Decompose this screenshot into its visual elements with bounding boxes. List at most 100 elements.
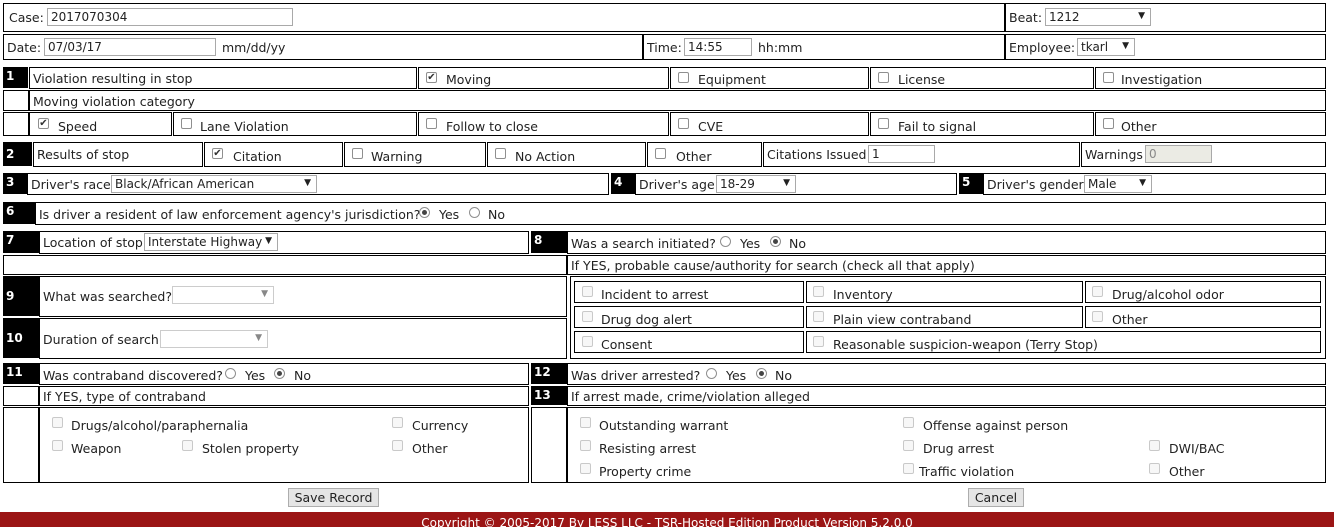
lane-violation-checkbox[interactable] xyxy=(181,118,192,129)
result-other-checkbox[interactable] xyxy=(655,148,666,159)
resisting-arrest-label: Resisting arrest xyxy=(599,441,697,456)
offense-against-person-checkbox[interactable] xyxy=(903,417,914,428)
violation-option-license[interactable]: License xyxy=(870,67,1094,89)
citation-checkbox[interactable]: ✔ xyxy=(212,148,223,159)
violation-label: Violation resulting in stop xyxy=(33,71,193,86)
cause-drug-alcohol-odor[interactable]: Drug/alcohol odor xyxy=(1085,281,1321,303)
resident-yes-radio[interactable] xyxy=(419,207,430,218)
outstanding-warrant-checkbox[interactable] xyxy=(580,417,591,428)
section-number-10: 10 xyxy=(3,318,39,358)
currency-checkbox[interactable] xyxy=(392,417,403,428)
search-yes-radio[interactable] xyxy=(720,236,731,247)
crime-types-cell: Outstanding warrant Offense against pers… xyxy=(567,407,1326,483)
save-record-button[interactable]: Save Record xyxy=(288,488,379,507)
consent-checkbox[interactable] xyxy=(582,336,593,347)
result-warning[interactable]: Warning xyxy=(344,142,486,167)
age-select[interactable]: 18-29 ▼ xyxy=(716,175,796,193)
cve-label: CVE xyxy=(698,119,724,134)
dwi-bac-checkbox[interactable] xyxy=(1149,440,1160,451)
weapon-label: Weapon xyxy=(71,441,122,456)
contraband-no-radio[interactable] xyxy=(274,368,285,379)
contraband-type-label-cell: If YES, type of contraband xyxy=(39,386,529,406)
dwi-bac-label: DWI/BAC xyxy=(1169,441,1225,456)
inventory-checkbox[interactable] xyxy=(813,286,824,297)
category-lane-violation[interactable]: Lane Violation xyxy=(173,112,417,136)
violation-label-cell: Violation resulting in stop xyxy=(29,67,417,89)
duration-select[interactable]: ▼ xyxy=(160,330,268,348)
category-label-cell: Moving violation category xyxy=(29,90,1326,111)
gender-label: Driver's gender xyxy=(987,177,1084,192)
no-action-checkbox[interactable] xyxy=(495,148,506,159)
arrested-yes-radio[interactable] xyxy=(706,368,717,379)
speed-checkbox[interactable]: ✔ xyxy=(38,118,49,129)
weapon-checkbox[interactable] xyxy=(52,440,63,451)
violation-option-investigation[interactable]: Investigation xyxy=(1095,67,1326,89)
cause-incident-to-arrest[interactable]: Incident to arrest xyxy=(574,281,804,303)
time-input[interactable]: 14:55 xyxy=(684,38,752,56)
follow-to-close-checkbox[interactable] xyxy=(426,118,437,129)
category-other-checkbox[interactable] xyxy=(1103,118,1114,129)
incident-to-arrest-checkbox[interactable] xyxy=(582,286,593,297)
race-select[interactable]: Black/African American ▼ xyxy=(111,175,317,193)
cancel-button[interactable]: Cancel xyxy=(968,488,1024,507)
drug-arrest-checkbox[interactable] xyxy=(903,440,914,451)
chevron-down-icon: ▼ xyxy=(261,289,268,299)
fail-to-signal-checkbox[interactable] xyxy=(878,118,889,129)
violation-option-moving[interactable]: ✔ Moving xyxy=(418,67,669,89)
violation-option-equipment[interactable]: Equipment xyxy=(670,67,869,89)
reasonable-suspicion-checkbox[interactable] xyxy=(813,336,824,347)
drugs-checkbox[interactable] xyxy=(52,417,63,428)
license-checkbox[interactable] xyxy=(878,72,889,83)
result-other[interactable]: Other xyxy=(647,142,762,167)
category-cve[interactable]: CVE xyxy=(670,112,869,136)
result-no-action[interactable]: No Action xyxy=(487,142,646,167)
probable-cause-grid: Incident to arrest Inventory Drug/alcoho… xyxy=(570,276,1326,359)
resisting-arrest-checkbox[interactable] xyxy=(580,440,591,451)
category-speed[interactable]: ✔ Speed xyxy=(29,112,172,136)
date-input[interactable]: 07/03/17 xyxy=(44,38,216,56)
cause-other-checkbox[interactable] xyxy=(1092,311,1103,322)
citations-issued-input[interactable]: 1 xyxy=(868,145,935,163)
search-no-radio[interactable] xyxy=(770,236,781,247)
gender-select[interactable]: Male ▼ xyxy=(1084,175,1152,193)
equipment-checkbox[interactable] xyxy=(678,72,689,83)
stolen-property-checkbox[interactable] xyxy=(182,440,193,451)
cause-other[interactable]: Other xyxy=(1085,306,1321,328)
cause-reasonable-suspicion[interactable]: Reasonable suspicion-weapon (Terry Stop) xyxy=(806,331,1321,353)
moving-checkbox[interactable]: ✔ xyxy=(426,72,437,83)
contraband-yes-radio[interactable] xyxy=(225,368,236,379)
crime-other-checkbox[interactable] xyxy=(1149,463,1160,474)
property-crime-checkbox[interactable] xyxy=(580,463,591,474)
cause-inventory[interactable]: Inventory xyxy=(806,281,1083,303)
category-follow-to-close[interactable]: Follow to close xyxy=(418,112,669,136)
category-fail-to-signal[interactable]: Fail to signal xyxy=(870,112,1094,136)
beat-select[interactable]: 1212 ▼ xyxy=(1045,8,1151,26)
traffic-violation-checkbox[interactable] xyxy=(903,463,914,474)
employee-select[interactable]: tkarl ▼ xyxy=(1077,38,1135,56)
follow-to-close-label: Follow to close xyxy=(446,119,538,134)
copyright-footer: Copyright © 2005-2017 By LESS LLC - TSR-… xyxy=(0,512,1334,527)
result-citation[interactable]: ✔ Citation xyxy=(204,142,343,167)
cve-checkbox[interactable] xyxy=(678,118,689,129)
cause-plain-view-contraband[interactable]: Plain view contraband xyxy=(806,306,1083,328)
cause-consent[interactable]: Consent xyxy=(574,331,804,353)
investigation-checkbox[interactable] xyxy=(1103,72,1114,83)
chevron-down-icon: ▼ xyxy=(255,333,262,343)
cause-drug-dog-alert[interactable]: Drug dog alert xyxy=(574,306,804,328)
warning-checkbox[interactable] xyxy=(352,148,363,159)
case-input[interactable]: 2017070304 xyxy=(47,8,293,26)
location-select[interactable]: Interstate Highway ▼ xyxy=(144,233,278,251)
plain-view-contraband-checkbox[interactable] xyxy=(813,311,824,322)
drug-alcohol-odor-label: Drug/alcohol odor xyxy=(1112,287,1224,302)
arrested-no-radio[interactable] xyxy=(756,368,767,379)
speed-label: Speed xyxy=(58,119,98,134)
drug-alcohol-odor-checkbox[interactable] xyxy=(1092,286,1103,297)
what-searched-label: What was searched? xyxy=(43,289,172,304)
resident-no-radio[interactable] xyxy=(469,207,480,218)
contraband-question: Was contraband discovered? xyxy=(43,368,223,383)
category-other[interactable]: Other xyxy=(1095,112,1326,136)
contraband-other-checkbox[interactable] xyxy=(392,440,403,451)
chevron-down-icon: ▼ xyxy=(1138,11,1145,21)
drug-dog-alert-checkbox[interactable] xyxy=(582,311,593,322)
what-searched-select[interactable]: ▼ xyxy=(172,286,274,304)
